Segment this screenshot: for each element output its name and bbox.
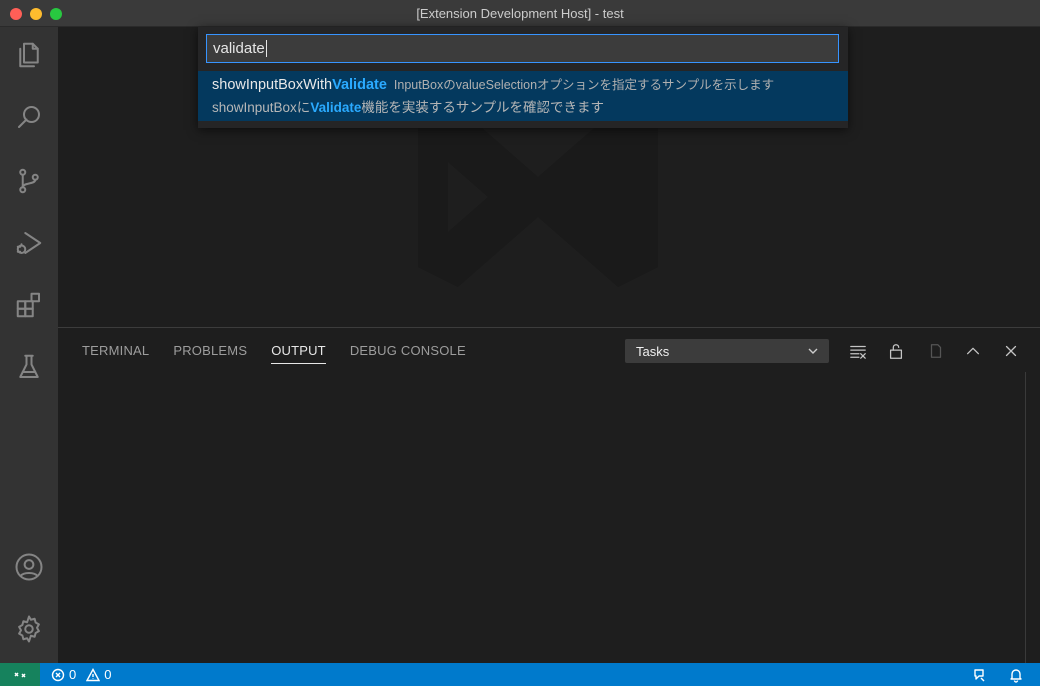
maximize-window-button[interactable] — [50, 8, 62, 20]
quick-pick-item-label: showInputBoxWithValidate InputBoxのvalueSe… — [212, 75, 834, 95]
clear-all-icon — [850, 345, 866, 359]
run-debug-icon — [16, 232, 42, 254]
search-button[interactable] — [0, 93, 58, 141]
problems-status-button[interactable]: 0 0 — [51, 663, 111, 686]
quick-input-widget: validate showInputBoxWithValidate InputBo… — [198, 27, 848, 128]
activity-bar — [0, 27, 58, 663]
label-match-highlight: Validate — [332, 77, 387, 93]
bottom-panel: TERMINAL PROBLEMS OUTPUT DEBUG CONSOLE T… — [58, 327, 1040, 664]
error-count: 0 — [69, 667, 77, 682]
chevron-down-icon — [808, 348, 818, 354]
close-panel-button[interactable] — [1001, 341, 1021, 361]
quick-pick-item-description: InputBoxのvalueSelectionオプションを指定するサンプルを示し… — [393, 78, 775, 92]
title-bar: [Extension Development Host] - test — [0, 0, 1040, 27]
output-channel-value: Tasks — [636, 344, 670, 359]
feedback-icon — [974, 669, 985, 682]
explorer-button[interactable] — [0, 31, 58, 79]
error-icon — [51, 668, 65, 681]
unlock-icon — [889, 344, 903, 359]
chevron-up-icon — [966, 347, 980, 355]
panel-tabs: TERMINAL PROBLEMS OUTPUT DEBUG CONSOLE — [82, 343, 466, 364]
text-caret — [265, 40, 267, 57]
testing-button[interactable] — [0, 343, 58, 391]
quick-input-value: validate — [213, 40, 265, 57]
status-bar: 0 0 — [0, 663, 1040, 686]
remote-indicator-button[interactable] — [0, 663, 40, 686]
search-icon — [18, 106, 40, 128]
manage-button[interactable] — [0, 605, 58, 653]
maximize-panel-button[interactable] — [963, 341, 983, 361]
bell-icon — [1010, 669, 1022, 683]
quick-pick-item-detail: showInputBoxにValidate機能を実装するサンプルを確認できます — [212, 98, 834, 118]
close-icon — [1005, 345, 1017, 357]
testing-icon — [19, 354, 39, 378]
clear-output-button[interactable] — [848, 341, 868, 361]
quick-pick-item[interactable]: showInputBoxWithValidate InputBoxのvalueSe… — [198, 71, 848, 121]
tab-terminal[interactable]: TERMINAL — [82, 343, 149, 364]
tab-problems[interactable]: PROBLEMS — [173, 343, 247, 364]
accounts-button[interactable] — [0, 543, 58, 591]
detail-match-highlight: Validate — [310, 100, 362, 115]
notifications-button[interactable] — [1008, 667, 1024, 683]
detail-suffix: 機能を実装するサンプルを確認できます — [361, 100, 604, 115]
warning-icon — [86, 667, 101, 681]
feedback-button[interactable] — [972, 667, 988, 683]
close-window-button[interactable] — [10, 8, 22, 20]
quick-input-field[interactable]: validate — [206, 34, 839, 63]
window-controls — [10, 8, 62, 20]
label-prefix: showInputBoxWith — [212, 77, 333, 93]
source-control-button[interactable] — [0, 157, 58, 205]
window-title: [Extension Development Host] - test — [416, 5, 624, 21]
lock-scroll-button[interactable] — [886, 341, 906, 361]
detail-prefix: showInputBoxに — [212, 100, 311, 115]
file-icon — [930, 344, 942, 358]
open-log-button[interactable] — [926, 341, 946, 361]
panel-scrollbar[interactable] — [1025, 372, 1026, 664]
files-icon — [19, 42, 39, 68]
account-icon — [15, 553, 43, 581]
extensions-icon — [16, 292, 40, 318]
settings-gear-icon — [18, 615, 40, 643]
warning-count: 0 — [104, 667, 112, 682]
source-control-icon — [19, 168, 39, 194]
remote-icon — [14, 671, 26, 678]
output-channel-select[interactable]: Tasks — [625, 339, 829, 363]
minimize-window-button[interactable] — [30, 8, 42, 20]
tab-output[interactable]: OUTPUT — [271, 343, 326, 364]
run-debug-button[interactable] — [0, 219, 58, 267]
tab-debug-console[interactable]: DEBUG CONSOLE — [350, 343, 466, 364]
extensions-button[interactable] — [0, 281, 58, 329]
